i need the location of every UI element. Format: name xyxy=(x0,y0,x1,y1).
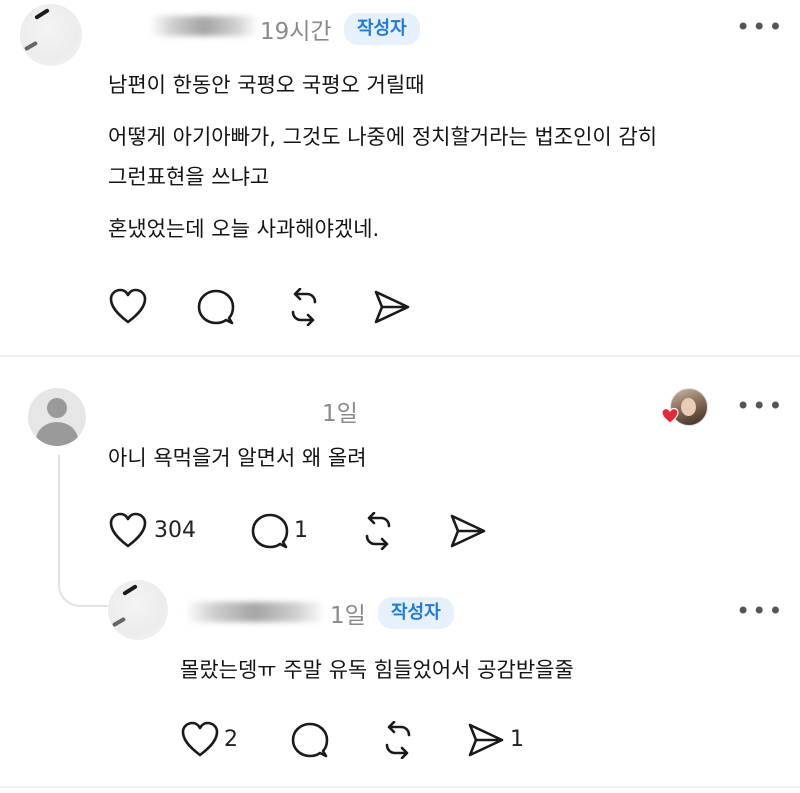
like-count: 304 xyxy=(154,518,196,543)
reply-like-count: 2 xyxy=(224,727,238,752)
reply-share-count: 1 xyxy=(510,727,524,752)
send-icon[interactable] xyxy=(372,288,412,326)
divider xyxy=(0,355,800,357)
author-avatar[interactable] xyxy=(20,4,82,66)
comment-text: 아니 욕먹을거 알면서 왜 올려 xyxy=(108,446,367,470)
send-icon[interactable] xyxy=(466,721,506,759)
reply-author-avatar[interactable] xyxy=(108,580,168,640)
send-icon[interactable] xyxy=(448,512,488,550)
reply-timestamp: 1일 xyxy=(330,603,366,629)
reply-author-badge: 작성자 xyxy=(378,597,454,629)
reply-text: 몰랐는뎅ㅠ 주말 유독 힘들었어서 공감받을줄 xyxy=(180,658,574,682)
reply-count: 1 xyxy=(294,518,308,543)
post-line: 남편이 한동안 국평오 국평오 거릴때 xyxy=(108,73,425,97)
post-timestamp: 19시간 xyxy=(260,19,332,45)
comment-icon[interactable] xyxy=(290,721,330,759)
post-line: 혼냈었는데 오늘 사과해야겠네. xyxy=(108,217,380,241)
post-line: 어떻게 아기아빠가, 그것도 나중에 정치할거라는 법조인이 감히 xyxy=(108,125,658,149)
comment-icon[interactable] xyxy=(250,512,290,550)
repost-icon[interactable] xyxy=(358,512,398,550)
post-more-button[interactable]: ••• xyxy=(736,15,784,39)
repost-icon[interactable] xyxy=(284,288,324,326)
commenter-avatar[interactable] xyxy=(28,388,86,446)
heart-icon[interactable] xyxy=(108,288,148,326)
heart-icon[interactable] xyxy=(108,512,148,550)
repost-icon[interactable] xyxy=(378,721,418,759)
post-body: 남편이 한동안 국평오 국평오 거릴때 어떻게 아기아빠가, 그것도 나중에 정… xyxy=(108,70,788,244)
divider xyxy=(0,786,800,788)
comment-icon[interactable] xyxy=(196,288,236,326)
comment-timestamp: 1일 xyxy=(322,401,358,427)
post-line: 그런표현을 쓰냐고 xyxy=(108,165,270,189)
reply-author-name-blurred[interactable] xyxy=(185,602,325,622)
heart-badge-icon xyxy=(661,407,679,425)
heart-icon[interactable] xyxy=(180,721,220,759)
thread-line xyxy=(58,455,110,607)
author-name-blurred[interactable] xyxy=(150,16,258,36)
author-badge: 작성자 xyxy=(344,13,420,45)
reply-more-button[interactable]: ••• xyxy=(736,599,784,623)
comment-more-button[interactable]: ••• xyxy=(736,394,784,418)
